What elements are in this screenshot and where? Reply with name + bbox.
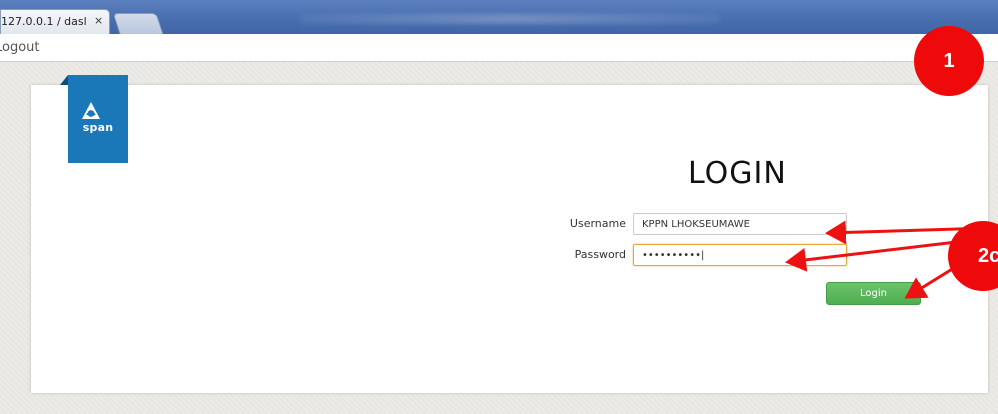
username-label: Username <box>569 217 626 230</box>
username-input[interactable] <box>633 213 847 235</box>
window-title <box>300 14 720 24</box>
page-title: LOGIN <box>688 156 787 191</box>
login-button[interactable]: Login <box>826 282 921 305</box>
password-label: Password <box>574 248 626 261</box>
close-icon[interactable]: × <box>94 14 103 27</box>
brand-name: span <box>82 121 114 134</box>
new-tab-button[interactable] <box>112 13 164 34</box>
page-top-bar: Logout <box>0 34 998 62</box>
span-logo-icon <box>82 102 100 119</box>
brand-body: span <box>68 75 128 163</box>
logout-link[interactable]: Logout <box>0 40 40 55</box>
brand-badge: span <box>60 75 128 163</box>
browser-chrome: 127.0.0.1 / dasl × <box>0 0 998 38</box>
login-card <box>31 85 988 393</box>
brand-fold <box>60 75 68 85</box>
browser-tab-title: 127.0.0.1 / dasl <box>1 15 87 28</box>
browser-tab[interactable]: 127.0.0.1 / dasl × <box>0 9 110 34</box>
password-input[interactable] <box>633 244 847 266</box>
